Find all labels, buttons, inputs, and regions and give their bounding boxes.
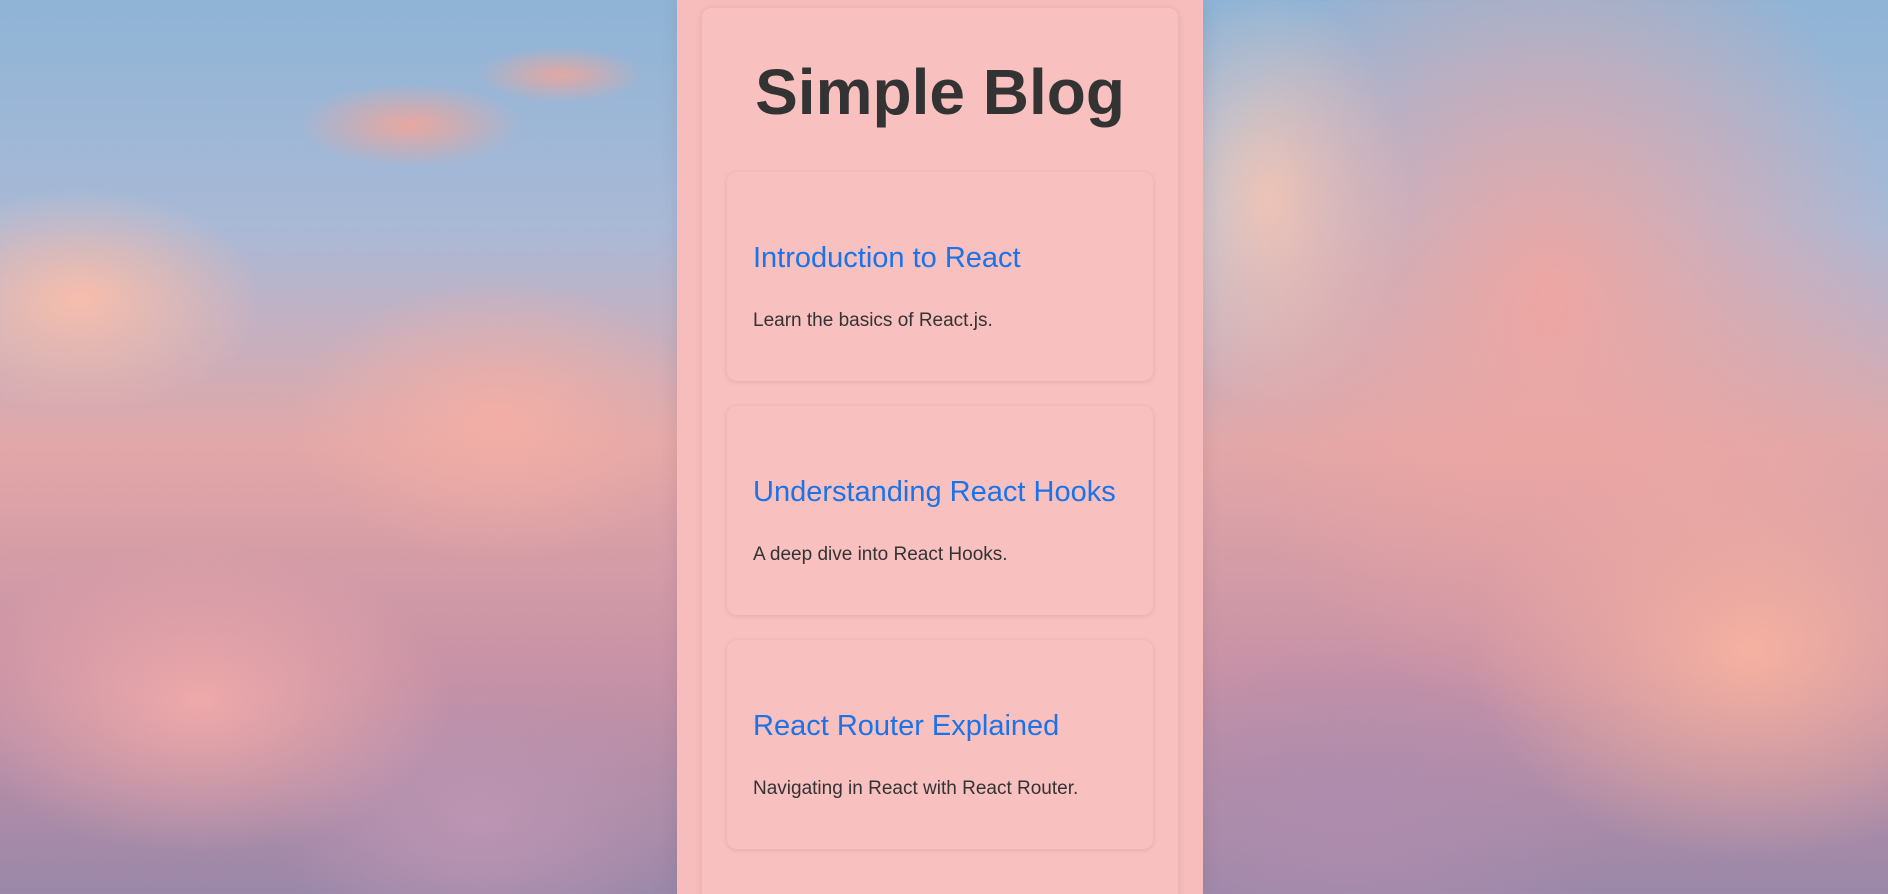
post-excerpt: Learn the basics of React.js. — [753, 310, 993, 331]
post-excerpt: A deep dive into React Hooks. — [753, 544, 1008, 565]
post-excerpt: Navigating in React with React Router. — [753, 778, 1079, 799]
main-panel: Simple Blog Introduction to React Learn … — [677, 0, 1203, 894]
blog-container: Simple Blog Introduction to React Learn … — [702, 8, 1178, 894]
post-title-link[interactable]: Introduction to React — [753, 242, 1021, 275]
post-card: Introduction to React Learn the basics o… — [727, 172, 1153, 381]
post-title-link[interactable]: React Router Explained — [753, 710, 1059, 743]
post-card: Understanding React Hooks A deep dive in… — [727, 406, 1153, 615]
post-card: React Router Explained Navigating in Rea… — [727, 640, 1153, 849]
page-title: Simple Blog — [755, 56, 1125, 128]
post-title-link[interactable]: Understanding React Hooks — [753, 476, 1116, 509]
